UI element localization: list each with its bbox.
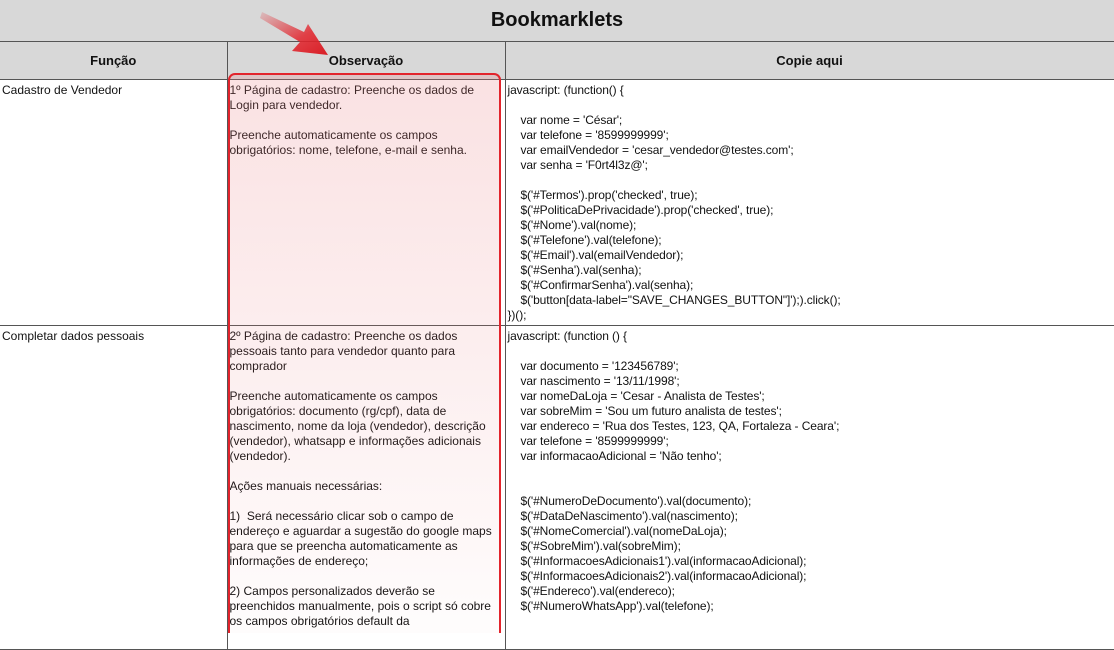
page-title: Bookmarklets [490,9,624,31]
column-header-observacao: Observação [226,42,506,80]
table-row: Cadastro de Vendedor 1º Página de cadast… [0,79,1114,326]
page-header: Bookmarklets [0,0,1114,42]
code-cell[interactable]: javascript: (function() { var nome = 'Cé… [504,79,1114,326]
bookmarklets-table: Função Observação Copie aqui Cadastro de… [0,42,1114,650]
column-header-copie-aqui: Copie aqui [504,42,1114,80]
funcao-cell: Cadastro de Vendedor [0,79,228,326]
observacao-cell: 2º Página de cadastro: Preenche os dados… [226,325,506,650]
code-cell[interactable]: javascript: (function () { var documento… [504,325,1114,650]
observacao-cell: 1º Página de cadastro: Preenche os dados… [226,79,506,326]
table-row: Completar dados pessoais 2º Página de ca… [0,325,1114,650]
column-header-funcao: Função [0,42,228,80]
table-header-row: Função Observação Copie aqui [0,42,1114,80]
funcao-cell: Completar dados pessoais [0,325,228,650]
